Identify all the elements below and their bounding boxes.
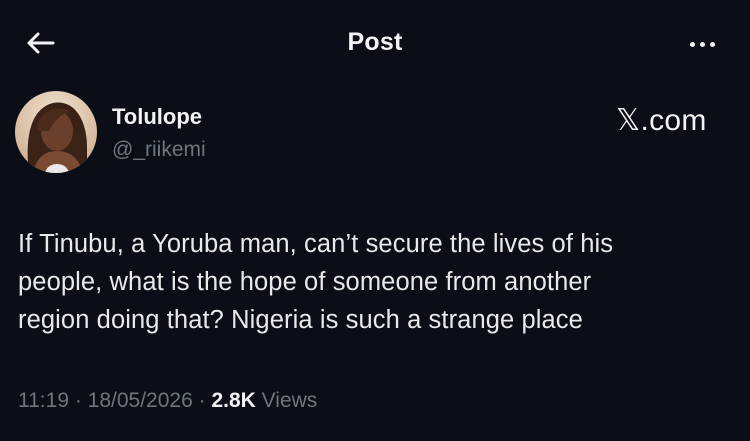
views-label: Views [255,389,318,412]
post-header: Post [0,0,750,86]
tweet-date[interactable]: 18/05/2026 [88,389,193,412]
author-name[interactable]: Tolulope [112,104,202,130]
x-com-watermark: 𝕏.com [616,104,707,137]
post-screen: Post Tolulope @_riikemi 𝕏.com If Tinubu,… [0,0,750,441]
tweet-text-line: If Tinubu, a Yoruba man, can’t secure th… [18,230,614,258]
tweet-text-line: region doing that? Nigeria is such a str… [18,306,583,334]
more-options-button[interactable] [680,32,724,56]
meta-separator: · [69,389,88,412]
tweet-text: If Tinubu, a Yoruba man, can’t secure th… [18,225,738,339]
tweet-text-line: people, what is the hope of someone from… [18,268,592,296]
more-horizontal-icon [689,41,695,47]
page-title: Post [347,28,403,56]
tweet-time[interactable]: 11:19 [18,389,69,412]
avatar[interactable] [15,91,97,173]
tweet-meta: 11:19 · 18/05/2026 · 2.8K Views [18,389,317,413]
meta-separator: · [192,389,212,412]
views-count[interactable]: 2.8K [211,389,255,412]
avatar-image [15,91,97,173]
author-handle[interactable]: @_riikemi [112,138,206,162]
